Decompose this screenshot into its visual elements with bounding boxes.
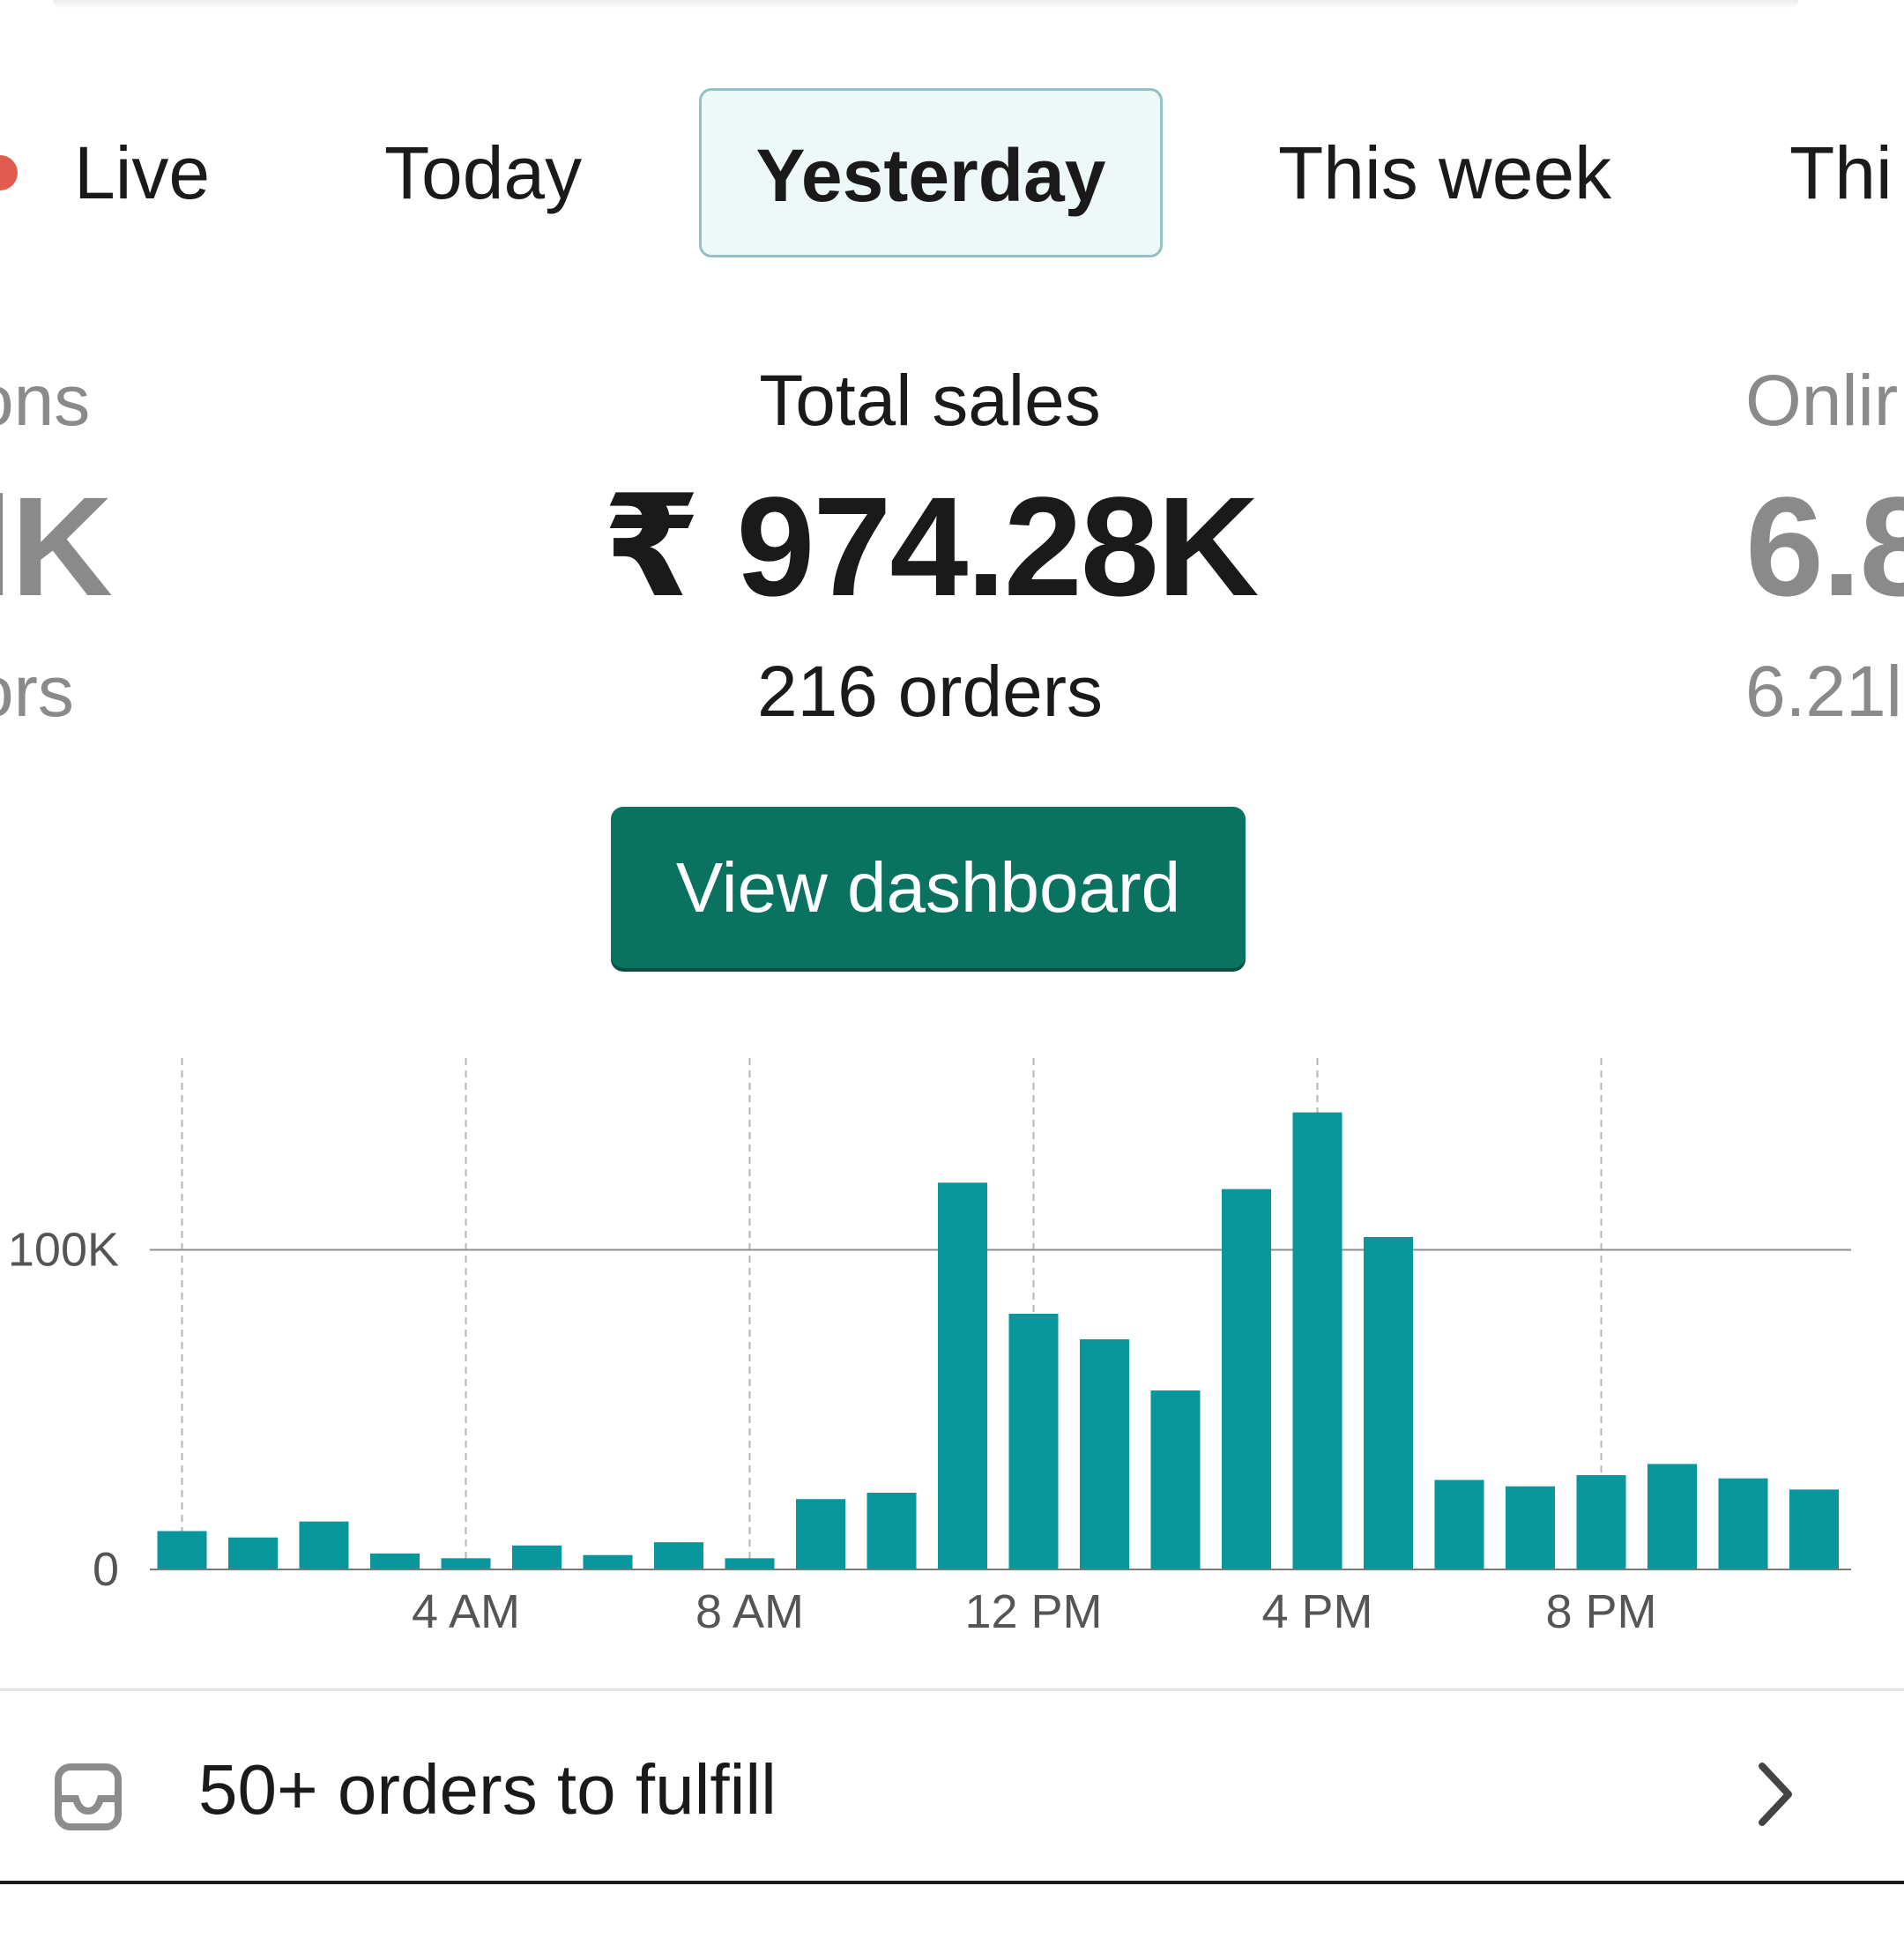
tab-this-month[interactable]: Thi [1789, 88, 1893, 257]
bar [512, 1545, 562, 1569]
x-tick-label: 8 AM [695, 1585, 804, 1638]
bar [1576, 1475, 1626, 1569]
metric-sessions[interactable]: ons lK ors [0, 353, 113, 741]
tab-today[interactable]: Today [384, 88, 582, 257]
bar [1292, 1112, 1342, 1569]
tab-live-label: Live [74, 131, 211, 214]
metric-sub: ors [0, 652, 74, 732]
divider [0, 1688, 1904, 1691]
x-tick-label: 8 PM [1545, 1585, 1656, 1638]
bar [441, 1558, 491, 1569]
bar [1364, 1237, 1413, 1569]
sales-bar-chart: 0 100K 4 AM 8 AM 12 PM 4 PM 8 PM [8, 1058, 1851, 1638]
metric-total-sales[interactable]: Total sales ₹ 974.28K 216 orders [511, 353, 1349, 741]
bar [1647, 1464, 1697, 1569]
bar [1789, 1489, 1839, 1569]
total-sales-value: ₹ 974.28K [602, 467, 1260, 625]
total-sales-label: Total sales [759, 361, 1101, 441]
bar [1150, 1390, 1201, 1569]
tab-this-week[interactable]: This week [1278, 88, 1611, 257]
bar [796, 1499, 845, 1569]
bar [228, 1537, 278, 1569]
metric-sub: 6.21l [1745, 652, 1902, 732]
metric-online-store[interactable]: Onlir 6.8 6.21l [1745, 353, 1904, 741]
metric-label: ons [0, 361, 91, 441]
tab-yesterday-label: Yesterday [755, 134, 1106, 217]
bar [938, 1182, 987, 1569]
bar [654, 1542, 703, 1569]
view-dashboard-button[interactable]: View dashboard [611, 807, 1246, 968]
bar [1080, 1339, 1129, 1569]
x-tick-label: 12 PM [964, 1585, 1102, 1638]
x-tick-label: 4 PM [1261, 1585, 1372, 1638]
bar [866, 1493, 917, 1569]
metric-value: lK [0, 467, 113, 625]
metric-value: 6.8 [1745, 467, 1904, 625]
metric-label: Onlir [1745, 361, 1899, 441]
bar [1506, 1486, 1555, 1569]
tab-today-label: Today [384, 131, 583, 214]
bottom-edge [0, 1881, 1904, 1884]
tab-yesterday[interactable]: Yesterday [699, 88, 1163, 257]
live-dot-icon [0, 155, 18, 190]
tab-this-month-label: Thi [1789, 131, 1893, 214]
bar [725, 1558, 775, 1569]
bar [299, 1521, 349, 1569]
x-tick-label: 4 AM [412, 1585, 520, 1638]
bar [583, 1554, 633, 1569]
orders-to-fulfill-label: 50+ orders to fulfill [198, 1750, 777, 1829]
bar [370, 1553, 420, 1569]
bar [1718, 1478, 1768, 1569]
bar [157, 1531, 207, 1569]
card-top-edge [53, 0, 1798, 9]
orders-to-fulfill-row[interactable]: 50+ orders to fulfill [0, 1693, 1904, 1887]
tab-this-week-label: This week [1278, 131, 1612, 214]
orders-count: 216 orders [756, 652, 1104, 732]
inbox-icon [55, 1763, 122, 1830]
chevron-right-icon [1759, 1763, 1792, 1826]
bar [1222, 1189, 1271, 1569]
y-tick-label: 0 [93, 1543, 119, 1596]
bar [1008, 1314, 1059, 1569]
y-tick-label: 100K [8, 1224, 119, 1277]
bar [1434, 1480, 1484, 1569]
